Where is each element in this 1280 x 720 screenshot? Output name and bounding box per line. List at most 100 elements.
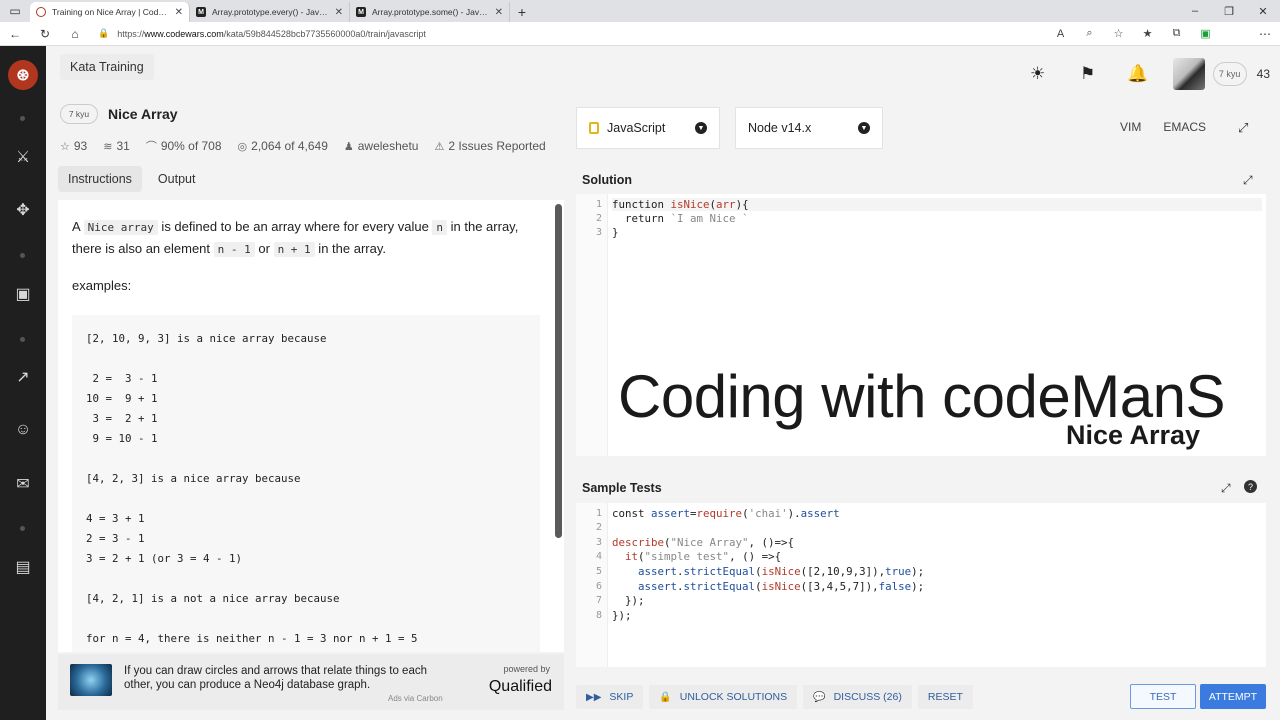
inline-code: Nice array (83, 220, 158, 235)
favorites-icon[interactable]: ★ (1133, 27, 1162, 40)
browser-tab-codewars[interactable]: Training on Nice Array | Codewa ✕ (30, 2, 190, 22)
tab-actions-icon[interactable]: ▭ (0, 0, 30, 22)
javascript-icon (589, 122, 599, 134)
ads-via-carbon[interactable]: Ads via Carbon (388, 694, 443, 703)
code-line: return `I am Nice ` (625, 212, 749, 225)
theme-toggle-icon[interactable]: ☀ (1013, 64, 1063, 84)
skip-button[interactable]: ▶▶ SKIP (576, 685, 644, 709)
browser-tab-every[interactable]: M Array.prototype.every() - JavaSc ✕ (190, 2, 350, 22)
tab-title: Training on Nice Array | Codewa (52, 7, 171, 17)
honor-count: 43 (1256, 67, 1270, 81)
description-panel: A Nice array is defined to be an array w… (58, 200, 564, 652)
browser-tab-bar: ▭ Training on Nice Array | Codewa ✕ M Ar… (0, 0, 1280, 22)
user-icon: ♟ (343, 140, 354, 153)
qualified-logo[interactable]: Qualified (489, 678, 552, 696)
stars-stat[interactable]: ☆ 93 (60, 138, 87, 154)
notifications-icon[interactable]: 🔔 (1113, 64, 1163, 84)
author-stat[interactable]: ♟ aweleshetu (344, 138, 419, 154)
desc-text: or (254, 241, 274, 256)
tab-title: Array.prototype.some() - JavaSc (372, 7, 491, 17)
attempt-button[interactable]: ATTEMPT (1200, 684, 1266, 709)
line-number: 8 (595, 610, 602, 621)
read-aloud-icon[interactable]: A (1046, 27, 1075, 40)
back-icon[interactable]: ← (0, 27, 30, 41)
mdn-icon: M (356, 7, 366, 17)
tracking-icon[interactable]: ☆ (1104, 27, 1133, 40)
kata-training-button[interactable]: Kata Training (60, 54, 154, 80)
reload-icon[interactable]: ↻ (30, 27, 60, 41)
ad-text[interactable]: If you can draw circles and arrows that … (124, 664, 444, 692)
emacs-toggle[interactable]: EMACS (1163, 120, 1206, 134)
line-number: 4 (595, 551, 602, 562)
reset-button[interactable]: RESET (917, 685, 973, 709)
line-number: 1 (595, 199, 602, 210)
fullscreen-icon[interactable]: ⤢ (1238, 120, 1248, 136)
description-paragraph: A Nice array is defined to be an array w… (72, 216, 532, 260)
issues-stat[interactable]: ⚠ 2 Issues Reported (434, 138, 545, 154)
home-icon[interactable]: ⌂ (60, 27, 90, 41)
extension-icon[interactable]: ▣ (1191, 27, 1220, 40)
code-line: describe("Nice Array", ()=>{ (612, 536, 795, 549)
close-tab-icon[interactable]: ✕ (335, 7, 343, 18)
desc-text: in the array. (314, 241, 386, 256)
url-field[interactable]: 🔒 https://www.codewars.com/kata/59b84452… (90, 28, 1046, 39)
lock-icon: 🔒 (659, 691, 672, 703)
more-icon[interactable]: ⋯ (1250, 27, 1280, 41)
chevron-down-icon: ▼ (695, 122, 707, 134)
target-icon: ◎ (237, 140, 248, 153)
comment-icon: 💬 (813, 691, 826, 703)
codewars-logo-icon[interactable]: ⊛ (8, 60, 38, 90)
close-tab-icon[interactable]: ✕ (495, 7, 503, 18)
tab-title: Array.prototype.every() - JavaSc (212, 7, 331, 17)
help-icon[interactable]: ? (1244, 480, 1257, 493)
version-select[interactable]: Node v14.x ▼ (735, 107, 883, 149)
zoom-icon[interactable]: ⌕ (1075, 27, 1104, 40)
carbon-ad[interactable]: If you can draw circles and arrows that … (58, 654, 564, 710)
line-number: 2 (595, 213, 602, 224)
version-value: Node v14.x (748, 121, 812, 135)
close-tab-icon[interactable]: ✕ (175, 7, 183, 18)
browser-tab-some[interactable]: M Array.prototype.some() - JavaSc ✕ (350, 2, 510, 22)
docs-icon[interactable]: ▤ (12, 556, 34, 578)
powered-by-label: powered by (503, 664, 550, 674)
completed-value: 2,064 of 4,649 (251, 139, 328, 153)
bookmark-icon[interactable]: ⚑ (1063, 64, 1113, 84)
briefcase-icon[interactable]: ▣ (12, 283, 34, 305)
user-rank-badge: 7 kyu (1212, 62, 1247, 86)
discuss-label: DISCUSS (26) (833, 691, 902, 703)
tab-instructions[interactable]: Instructions (58, 166, 142, 192)
expand-icon[interactable]: ⤢ (1243, 173, 1253, 188)
close-window-icon[interactable]: ✕ (1246, 0, 1280, 22)
collections-icon[interactable]: ⧉ (1162, 27, 1191, 40)
avatar[interactable] (1172, 58, 1205, 90)
maximize-icon[interactable]: ❐ (1212, 0, 1246, 22)
discuss-button[interactable]: 💬 DISCUSS (26) (803, 685, 912, 709)
ad-image[interactable] (70, 664, 112, 696)
top-bar: Kata Training ☀ ⚑ 🔔 7 kyu 43 (46, 46, 1280, 104)
skip-icon: ▶▶ (586, 691, 602, 703)
sample-tests-editor[interactable]: 1 const assert=require('chai').assert 2 … (576, 503, 1266, 667)
chat-icon[interactable]: ✉ (12, 473, 34, 495)
unlock-label: UNLOCK SOLUTIONS (679, 691, 788, 703)
collections-stat[interactable]: ≋ 31 (103, 138, 130, 154)
line-number: 3 (595, 537, 602, 548)
description-scrollbar[interactable] (555, 204, 562, 538)
rail-dot (20, 526, 25, 531)
window-controls: – ❐ ✕ (1178, 0, 1280, 22)
vim-toggle[interactable]: VIM (1120, 120, 1141, 134)
tab-output[interactable]: Output (148, 166, 206, 192)
discord-icon[interactable]: ☺ (12, 419, 34, 441)
inline-code: n + 1 (273, 242, 315, 257)
new-tab-button[interactable]: + (510, 2, 534, 22)
test-button[interactable]: TEST (1130, 684, 1196, 709)
desc-text: A (72, 219, 84, 234)
unlock-solutions-button[interactable]: 🔒 UNLOCK SOLUTIONS (649, 685, 798, 709)
line-number: 3 (595, 227, 602, 238)
train-icon[interactable]: ✥ (12, 199, 34, 221)
code-line: assert.strictEqual(isNice([3,4,5,7]),fal… (638, 580, 925, 593)
practice-icon[interactable]: ⚔ (12, 146, 34, 168)
minimize-icon[interactable]: – (1178, 0, 1212, 22)
language-select[interactable]: JavaScript ▼ (576, 107, 720, 149)
expand-icon[interactable]: ⤢ (1221, 481, 1231, 496)
leaderboard-icon[interactable]: ↗ (12, 366, 34, 388)
